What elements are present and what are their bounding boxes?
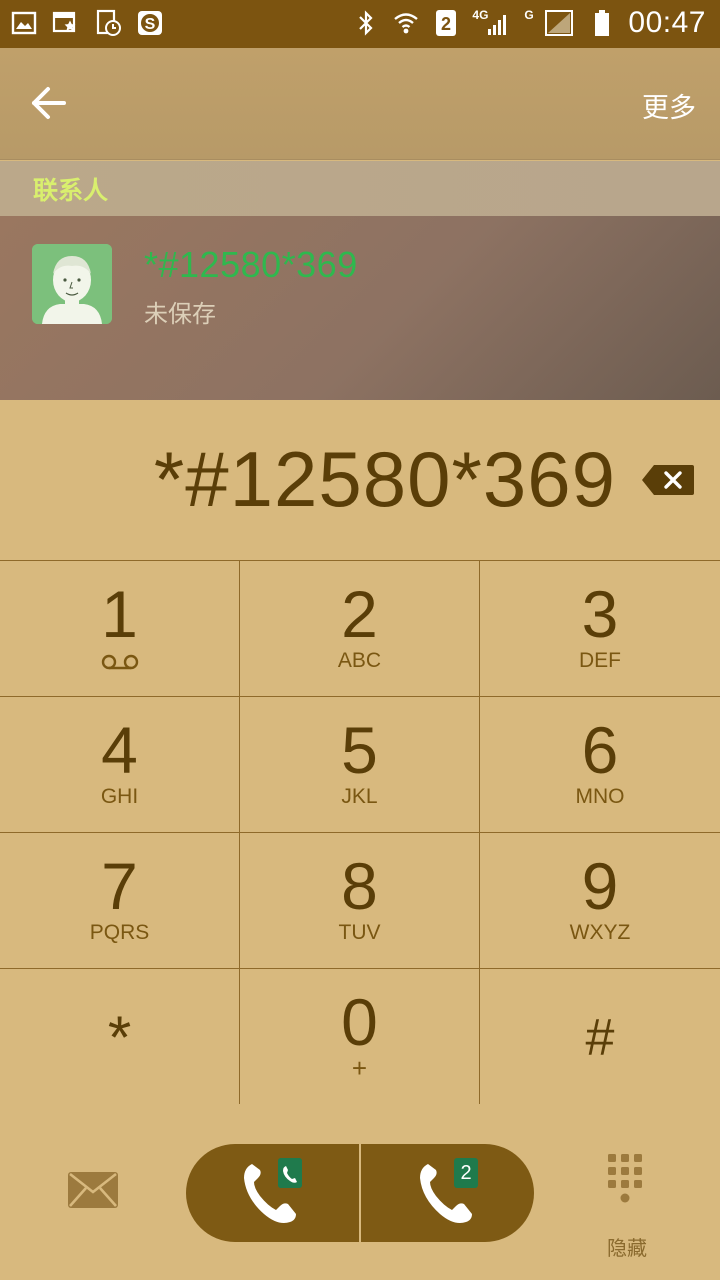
notification-icons: S [10,8,164,38]
key-letters: PQRS [89,921,150,944]
key-digit: 8 [341,849,378,923]
call-divider [359,1144,361,1242]
sim2-icon: 2 [432,8,460,38]
bottom-action-bar: 2 隐藏 [0,1104,720,1280]
key-8[interactable]: 8 TUV [240,833,480,969]
arrow-left-icon [32,87,66,119]
section-title: 联系人 [33,176,109,205]
status-bar: S 2 4G G 00:47 [0,0,720,48]
dialpad-icon [608,1154,642,1203]
key-5[interactable]: 5 JKL [240,697,480,833]
key-digit: 7 [101,849,138,923]
dialer-screen: S 2 4G G 00:47 更多 联系人 *#12580*369 未保存 *#… [0,0,720,1280]
contact-status: 未保存 [144,300,216,328]
clock: 00:47 [628,6,706,39]
call-buttons: 2 [186,1144,534,1242]
key-letters: WXYZ [569,921,631,944]
key-digit: 1 [101,577,138,651]
key-letters: JKL [341,785,378,808]
contact-result-item[interactable]: *#12580*369 未保存 [0,216,720,400]
key-letters: MNO [575,785,625,808]
key-0[interactable]: 0 + [240,969,480,1105]
sim1-badge-icon [278,1158,302,1188]
network-4g-label: 4G [472,8,489,22]
key-letters: DEF [579,649,621,672]
key-digit: 0 [341,985,378,1059]
key-digit: 3 [581,577,619,651]
network-g-label: G [524,8,534,22]
key-letters: GHI [100,785,139,808]
key-letters: TUV [338,921,381,944]
contact-number: *#12580*369 [144,244,358,285]
voicemail-icon [101,654,139,670]
default-avatar-icon [32,244,112,324]
envelope-icon [68,1172,118,1208]
backspace-button[interactable] [640,462,696,498]
dialed-number[interactable]: *#12580*369 [154,434,616,525]
key-digit: 2 [341,577,378,651]
key-2[interactable]: 2 ABC [240,561,480,697]
keypad: 1 2 ABC 3 DEF 4 GHI 5 JKL 6 MNO 7 PQRS 8… [0,560,720,1105]
wifi-icon [392,8,420,38]
key-digit: # [585,1009,615,1067]
key-digit: 9 [581,849,619,923]
s-app-icon: S [136,8,164,38]
hide-keypad-button[interactable]: 隐藏 [602,1150,652,1260]
number-display: *#12580*369 [0,400,720,560]
backspace-icon [642,465,694,495]
call-sim2-button[interactable]: 2 [362,1144,534,1242]
bluetooth-icon [352,8,380,38]
key-letters: + [351,1053,368,1083]
key-hash[interactable]: # [480,969,720,1105]
key-digit: 6 [581,713,619,787]
key-1[interactable]: 1 [0,561,240,697]
key-6[interactable]: 6 MNO [480,697,720,833]
contacts-section-header: 联系人 [0,161,720,216]
battery-icon [588,8,616,38]
key-9[interactable]: 9 WXYZ [480,833,720,969]
signal-4g-icon: 4G [472,8,512,38]
svg-text:S: S [145,16,156,33]
calendar-icon [52,8,80,38]
key-digit: 4 [101,713,138,787]
key-digit: * [107,1004,132,1071]
key-letters: ABC [337,649,382,672]
more-button[interactable]: 更多 [642,86,696,125]
call-sim1-button[interactable] [186,1144,358,1242]
back-button[interactable] [26,80,72,126]
gallery-icon [10,8,38,38]
key-3[interactable]: 3 DEF [480,561,720,697]
app-bar: 更多 [0,48,720,160]
send-message-button[interactable] [66,1170,120,1210]
key-star[interactable]: * [0,969,240,1105]
sim2-badge: 2 [454,1158,478,1188]
key-7[interactable]: 7 PQRS [0,833,240,969]
key-digit: 5 [341,713,378,787]
system-icons: 2 4G G 00:47 [352,6,706,40]
sim-slot-text: 2 [441,14,451,34]
clock-file-icon [94,8,122,38]
hide-label: 隐藏 [607,1236,647,1260]
key-4[interactable]: 4 GHI [0,697,240,833]
signal-g-icon: G [524,8,576,38]
